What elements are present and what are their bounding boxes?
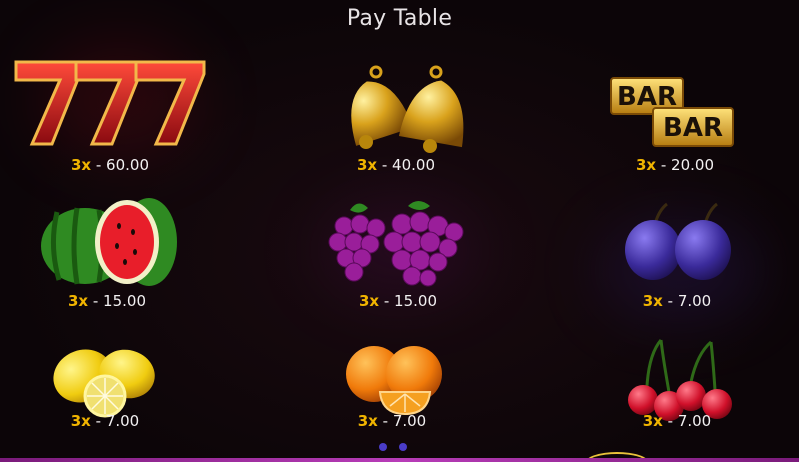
multiplier: 3x	[70, 412, 91, 430]
symbol-grapes: 3x - 15.00	[298, 196, 498, 326]
payout-label: 3x - 20.00	[575, 156, 775, 174]
payout-value: - 7.00	[662, 292, 712, 310]
payout-value: - 60.00	[91, 156, 149, 174]
watermelon-icon	[41, 198, 177, 286]
bar-bar-icon: BAR BAR	[610, 77, 734, 147]
multiplier: 3x	[642, 292, 663, 310]
payout-label: 3x - 15.00	[298, 292, 498, 310]
payout-label: 3x - 7.00	[292, 412, 492, 430]
payout-value: - 15.00	[88, 292, 146, 310]
multiplier: 3x	[635, 156, 657, 174]
payout-value: - 15.00	[379, 292, 437, 310]
payout-label: 3x - 7.00	[577, 292, 777, 310]
payout-label: 3x - 15.00	[7, 292, 207, 310]
bells-icon	[351, 65, 464, 153]
payout-value: - 7.00	[377, 412, 427, 430]
symbol-seven: 3x - 60.00	[10, 52, 210, 182]
payout-label: 3x - 40.00	[296, 156, 496, 174]
symbol-lemon: 3x - 7.00	[5, 334, 205, 462]
multiplier: 3x	[70, 156, 92, 174]
payout-label: 3x - 7.00	[577, 412, 777, 430]
triple-seven-icon	[14, 60, 206, 146]
bar-text: BAR	[663, 113, 723, 143]
page-dot-1[interactable]	[379, 443, 387, 451]
payout-value: - 40.00	[377, 156, 435, 174]
multiplier: 3x	[357, 412, 378, 430]
page-dot-2[interactable]	[399, 443, 407, 451]
multiplier: 3x	[356, 156, 378, 174]
multiplier: 3x	[642, 412, 663, 430]
payout-label: 3x - 60.00	[10, 156, 210, 174]
payout-label: 3x - 7.00	[5, 412, 205, 430]
payout-value: - 7.00	[662, 412, 712, 430]
symbol-watermelon: 3x - 15.00	[7, 196, 207, 326]
payout-value: - 20.00	[656, 156, 714, 174]
symbol-plum: 3x - 7.00	[577, 196, 777, 326]
plums-icon	[625, 202, 731, 280]
grapes-icon	[328, 201, 464, 287]
page-title: Pay Table	[346, 6, 453, 31]
symbol-bell: 3x - 40.00	[296, 58, 496, 188]
multiplier: 3x	[358, 292, 380, 310]
symbol-cherry: 3x - 7.00	[577, 334, 777, 462]
payout-value: - 7.00	[90, 412, 140, 430]
bottom-bar	[0, 458, 799, 462]
symbol-bar: BAR BAR 3x - 20.00	[575, 58, 775, 188]
page-indicator	[377, 443, 417, 453]
multiplier: 3x	[67, 292, 89, 310]
pay-table-screen: Pay Table 3x - 60.00 3x - 40.00 BAR BAR …	[0, 0, 799, 462]
